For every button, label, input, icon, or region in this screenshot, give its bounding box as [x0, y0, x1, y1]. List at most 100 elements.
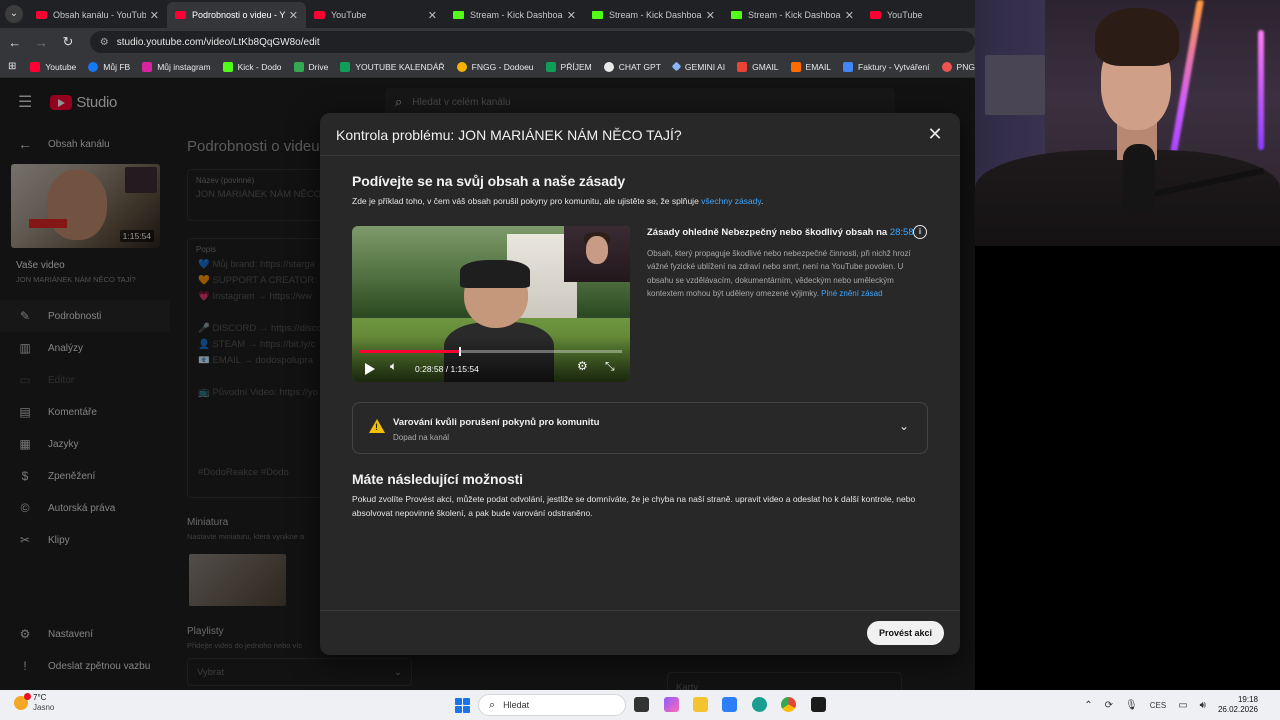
back-arrow-icon[interactable]: ← — [3, 35, 27, 50]
dialog-header: Kontrola problému: JON MARIÁNEK NÁM NĚCO… — [320, 113, 960, 156]
weather-widget[interactable]: 7°C Jasno — [14, 693, 54, 713]
screen: ⌄ Obsah kanálu - YouTube S✕ Podrobnosti … — [0, 0, 1280, 720]
play-icon[interactable] — [365, 363, 375, 375]
network-icon[interactable]: ▭ — [1178, 700, 1187, 711]
apps-icon[interactable]: ⊞ — [8, 61, 16, 72]
browser-tab-active[interactable]: Podrobnosti o videu - You ✕ — [167, 2, 306, 28]
edge-icon[interactable] — [752, 697, 767, 712]
volume-icon[interactable]: 🔊︎ — [1200, 700, 1206, 711]
youtube-icon — [36, 11, 47, 19]
youtube-icon — [30, 61, 41, 72]
language-indicator[interactable]: CES — [1150, 701, 1166, 710]
bookmark-calendar[interactable]: YOUTUBE KALENDÁŘ — [340, 61, 445, 72]
info-icon[interactable]: i — [913, 225, 927, 239]
streamer-webcam — [975, 0, 1280, 246]
task-view-icon[interactable] — [634, 697, 649, 712]
reload-icon[interactable]: ↻ — [56, 34, 80, 50]
kick-icon — [592, 11, 603, 19]
bookmark-fb[interactable]: Můj FB — [88, 61, 130, 72]
warning-card[interactable]: Varování kvůli porušení pokynů pro komun… — [352, 402, 928, 454]
browser-tab[interactable]: Stream - Kick Dashboard ✕ — [723, 2, 862, 28]
take-action-button[interactable]: Provést akci — [866, 621, 944, 645]
options-text: Pokud zvolíte Provést akci, můžete podat… — [352, 494, 916, 518]
fullscreen-icon[interactable]: ⤡ — [605, 359, 615, 374]
microphone-icon[interactable]: 🎙︎ — [1125, 700, 1138, 711]
player-progress-bar[interactable] — [360, 347, 622, 356]
pdf-icon — [941, 61, 952, 72]
video-player[interactable]: 🔈︎ 0:28:58 / 1:15:54 ⚙ ⤡ — [352, 226, 630, 382]
youtube-icon — [870, 11, 881, 19]
clock[interactable]: 19:18 26.02.2026 — [1218, 695, 1258, 715]
sheets-icon — [545, 61, 556, 72]
bookmark-fngg[interactable]: FNGG - Dodoeu — [456, 61, 534, 72]
browser-tab[interactable]: Stream - Kick Dashboard ✕ — [445, 2, 584, 28]
dialog-title: Kontrola problému: JON MARIÁNEK NÁM NĚCO… — [336, 127, 682, 143]
url-input[interactable]: ⚙ studio.youtube.com/video/LtKb8QqGW8o/ed… — [89, 31, 975, 53]
chatgpt-icon — [603, 61, 614, 72]
kick-icon — [453, 11, 464, 19]
forward-arrow-icon[interactable]: → — [30, 35, 54, 50]
chevron-down-icon[interactable]: ⌄ — [899, 419, 909, 433]
bookmark-faktury[interactable]: Faktury - Vytváření — [843, 61, 930, 72]
gmail-icon — [737, 61, 748, 72]
close-tab-icon[interactable]: ✕ — [289, 9, 298, 22]
taskbar-search[interactable]: ⌕ Hledat — [478, 694, 626, 716]
bookmark-instagram[interactable]: Můj instagram — [142, 61, 211, 72]
tab-search-button[interactable]: ⌄ — [0, 0, 28, 28]
bookmark-email[interactable]: EMAIL — [790, 61, 831, 72]
drive-icon — [293, 61, 304, 72]
all-policies-link[interactable]: všechny zásady — [701, 196, 761, 206]
youtube-icon — [314, 11, 325, 19]
policy-title: Zásady ohledně Nebezpečný nebo škodlivý … — [647, 227, 914, 238]
facebook-icon — [88, 61, 99, 72]
mail-icon[interactable] — [722, 697, 737, 712]
site-info-icon[interactable]: ⚙ — [100, 37, 109, 48]
player-time: 0:28:58 / 1:15:54 — [415, 364, 479, 374]
browser-tab-bar: ⌄ Obsah kanálu - YouTube S✕ Podrobnosti … — [0, 0, 975, 28]
bookmark-chatgpt[interactable]: CHAT GPT — [603, 61, 661, 72]
browser-tab[interactable]: Stream - Kick Dashboard ✕ — [584, 2, 723, 28]
bookmark-kick[interactable]: Kick - Dodo — [222, 61, 282, 72]
email-icon — [790, 61, 801, 72]
close-tab-icon[interactable]: ✕ — [428, 9, 437, 22]
volume-icon[interactable]: 🔈︎ — [390, 359, 397, 374]
kick-icon — [222, 61, 233, 72]
browser-tab[interactable]: YouTube ✕ — [306, 2, 445, 28]
close-tab-icon[interactable]: ✕ — [150, 9, 159, 22]
sync-icon[interactable]: ⟳ — [1105, 700, 1113, 711]
copilot-icon[interactable] — [664, 697, 679, 712]
chrome-icon[interactable] — [781, 697, 796, 712]
full-policy-link[interactable]: Plné znění zásad — [821, 289, 882, 298]
chevron-up-icon[interactable]: ⌃ — [1084, 700, 1092, 711]
player-scrubber[interactable] — [458, 347, 461, 356]
address-bar: ← → ↻ ⚙ studio.youtube.com/video/LtKb8QqG… — [0, 28, 975, 56]
bookmark-gmail[interactable]: GMAIL — [737, 61, 779, 72]
dialog-footer: Provést akci — [320, 610, 960, 655]
microphone — [1123, 144, 1155, 214]
terminal-icon[interactable] — [811, 697, 826, 712]
bookmark-youtube[interactable]: Youtube — [30, 61, 76, 72]
close-tab-icon[interactable]: ✕ — [845, 9, 854, 22]
browser-tab[interactable]: YouTube — [862, 2, 972, 28]
policy-text: Obsah, který propaguje škodlivé nebo neb… — [647, 249, 911, 298]
instagram-icon — [142, 61, 153, 72]
windows-taskbar: 7°C Jasno ⌕ Hledat ⌃ ⟳ 🎙︎ CES ▭ 🔊︎ 19:18 … — [0, 690, 1280, 720]
bookmarks-bar: ⊞ Youtube Můj FB Můj instagram Kick - Do… — [0, 56, 1028, 78]
policy-timestamp-link[interactable]: 28:58 — [890, 227, 914, 238]
youtube-icon — [175, 11, 186, 19]
invoice-icon — [843, 61, 854, 72]
file-explorer-icon[interactable] — [693, 697, 708, 712]
chevron-down-icon: ⌄ — [5, 5, 23, 23]
close-icon[interactable]: ✕ — [924, 123, 946, 145]
windows-start-icon[interactable] — [455, 698, 470, 713]
close-tab-icon[interactable]: ✕ — [706, 9, 715, 22]
bookmark-gemini[interactable]: GEMINI AI — [671, 62, 725, 72]
close-tab-icon[interactable]: ✕ — [567, 9, 576, 22]
content-and-policies-text: Zde je příklad toho, v čem váš obsah por… — [352, 196, 764, 206]
fngg-icon — [456, 61, 467, 72]
settings-gear-icon[interactable]: ⚙ — [577, 359, 588, 373]
bookmark-drive[interactable]: Drive — [293, 61, 328, 72]
sun-icon — [14, 693, 31, 710]
bookmark-prijem[interactable]: PŘÍJEM — [545, 61, 592, 72]
browser-tab[interactable]: Obsah kanálu - YouTube S✕ — [28, 2, 167, 28]
